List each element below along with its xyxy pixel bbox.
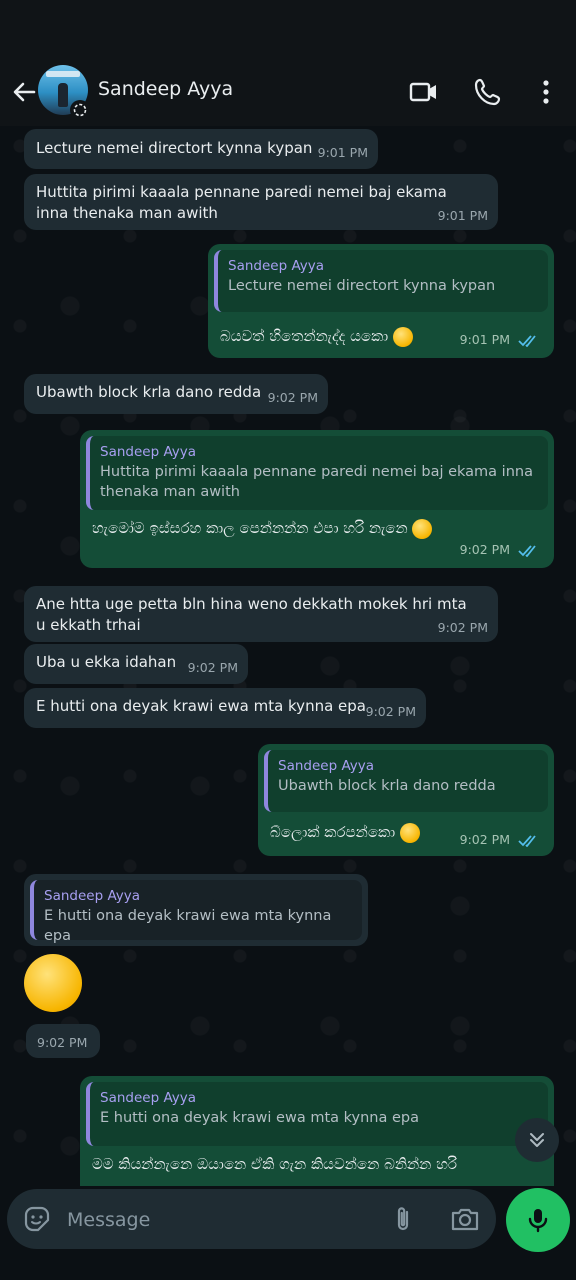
message-bubble-outgoing[interactable]: Sandeep Ayya Lecture nemei directort kyn…: [208, 244, 554, 358]
system-nav-bar: [0, 1256, 576, 1280]
message-text: Ane htta uge petta bln hina weno dekkath…: [36, 595, 467, 634]
contact-name[interactable]: Sandeep Ayya: [98, 78, 233, 100]
quoted-reply[interactable]: Sandeep Ayya E hutti ona deyak krawi ewa…: [30, 880, 362, 944]
message-time: 9:02 PM: [437, 620, 488, 635]
voice-call-icon[interactable]: [472, 76, 504, 108]
read-ticks-icon: [518, 834, 536, 847]
quoted-reply[interactable]: Sandeep Ayya Lecture nemei directort kyn…: [214, 250, 548, 312]
message-bubble-incoming[interactable]: Ane htta uge petta bln hina weno dekkath…: [24, 586, 498, 642]
message-time: 9:02 PM: [460, 539, 540, 560]
message-bubble-outgoing[interactable]: Sandeep Ayya Ubawth block krla dano redd…: [258, 744, 554, 856]
smirk-emoji-icon: [24, 954, 82, 1012]
message-time: 9:02 PM: [267, 390, 318, 405]
read-ticks-icon: [518, 544, 536, 557]
quoted-text: E hutti ona deyak krawi ewa mta kynna ep…: [100, 1110, 419, 1126]
message-text: හැමෝම ඉස්සරහ කාල පෙන්නන්න එපා හරි නැනෙ: [92, 519, 408, 537]
quoted-sender: Sandeep Ayya: [100, 444, 197, 460]
quoted-text: E hutti ona deyak krawi ewa mta kynna ep…: [44, 908, 332, 944]
status-ring-icon: [70, 100, 90, 120]
video-call-icon[interactable]: [408, 76, 440, 108]
message-time: 9:01 PM: [437, 208, 488, 223]
message-bubble-incoming[interactable]: Uba u ekka idahan 9:02 PM: [24, 644, 248, 684]
quoted-text: Huttita pirimi kaaala pennane paredi nem…: [100, 464, 533, 500]
message-bubble-incoming[interactable]: Huttita pirimi kaaala pennane paredi nem…: [24, 174, 498, 230]
joy-emoji-icon: [392, 326, 413, 347]
message-list[interactable]: Lecture nemei directort kynna kypan 9:01…: [0, 126, 576, 1186]
quoted-sender: Sandeep Ayya: [44, 888, 141, 904]
message-text: Lecture nemei directort kynna kypan: [36, 139, 313, 157]
camera-icon[interactable]: [449, 1203, 481, 1235]
quoted-reply[interactable]: Sandeep Ayya E hutti ona deyak krawi ewa…: [86, 1082, 548, 1146]
chat-header: Sandeep Ayya: [0, 60, 576, 126]
mic-button[interactable]: [506, 1188, 570, 1252]
back-arrow-icon[interactable]: [8, 76, 40, 108]
message-bubble-incoming[interactable]: Ubawth block krla dano redda 9:02 PM: [24, 374, 328, 414]
message-bubble-incoming[interactable]: Sandeep Ayya E hutti ona deyak krawi ewa…: [24, 874, 368, 946]
quoted-reply[interactable]: Sandeep Ayya Ubawth block krla dano redd…: [264, 750, 548, 812]
message-composer: [7, 1189, 496, 1249]
sticker-icon[interactable]: [21, 1203, 53, 1235]
scroll-down-icon: [530, 1133, 544, 1147]
sad-emoji-icon: [412, 518, 433, 539]
more-options-icon[interactable]: [530, 76, 562, 108]
message-time-chip: 9:02 PM: [26, 1024, 100, 1058]
scroll-down-button[interactable]: [515, 1118, 559, 1162]
quoted-text: Lecture nemei directort kynna kypan: [228, 278, 496, 294]
mic-icon: [528, 1209, 548, 1233]
message-bubble-incoming[interactable]: E hutti ona deyak krawi ewa mta kynna ep…: [24, 688, 426, 728]
message-text: බයවත් හිතෙන්නැද්ද යකො: [220, 327, 389, 345]
message-text: බ්ලොක් කරපන්කො: [270, 823, 396, 841]
quoted-sender: Sandeep Ayya: [228, 258, 325, 274]
message-time: 9:01 PM: [317, 145, 368, 160]
smirk-emoji-icon: [399, 822, 420, 843]
message-time: 9:02 PM: [365, 704, 416, 719]
message-text: Huttita pirimi kaaala pennane paredi nem…: [36, 183, 447, 222]
read-ticks-icon: [518, 334, 536, 347]
message-time: 9:01 PM: [460, 329, 540, 350]
message-input[interactable]: [65, 1203, 369, 1237]
message-bubble-outgoing[interactable]: Sandeep Ayya E hutti ona deyak krawi ewa…: [80, 1076, 554, 1186]
quoted-text: Ubawth block krla dano redda: [278, 778, 496, 794]
quoted-reply[interactable]: Sandeep Ayya Huttita pirimi kaaala penna…: [86, 436, 548, 510]
message-text: මම කියන්නැනෙ ඔයානෙ ඒකි ගැන කියවන්නෙ බනින…: [92, 1155, 457, 1173]
message-time: 9:02 PM: [460, 829, 540, 850]
quoted-sender: Sandeep Ayya: [278, 758, 375, 774]
quoted-sender: Sandeep Ayya: [100, 1090, 197, 1106]
status-bar: [0, 0, 576, 60]
message-time: 9:02 PM: [187, 660, 238, 675]
message-text: E hutti ona deyak krawi ewa mta kynna ep…: [36, 697, 366, 715]
message-bubble-incoming[interactable]: Lecture nemei directort kynna kypan 9:01…: [24, 129, 378, 169]
attach-icon[interactable]: [387, 1203, 419, 1235]
message-time: 9:02 PM: [37, 1035, 88, 1050]
message-bubble-outgoing[interactable]: Sandeep Ayya Huttita pirimi kaaala penna…: [80, 430, 554, 568]
